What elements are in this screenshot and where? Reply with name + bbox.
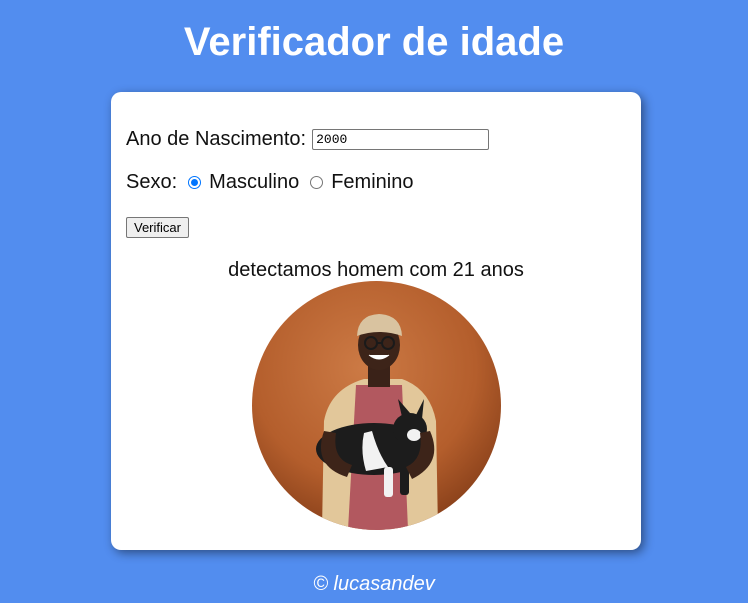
footer-credit: © lucasandev — [313, 573, 435, 595]
radio-masculino[interactable] — [188, 175, 202, 189]
form-card: Ano de Nascimento: Sexo: Masculino Femin… — [111, 92, 641, 550]
radio-feminino[interactable] — [310, 175, 324, 189]
man-with-dog-image — [252, 281, 501, 530]
birth-year-label: Ano de Nascimento: — [126, 127, 307, 150]
verify-button[interactable]: Verificar — [126, 217, 189, 238]
birth-year-row: Ano de Nascimento: — [126, 127, 490, 151]
result-text: detectamos homem com 21 anos — [228, 259, 524, 281]
result-photo — [252, 281, 501, 530]
radio-masculino-label[interactable]: Masculino — [209, 171, 299, 194]
birth-year-input[interactable] — [312, 128, 490, 150]
radio-feminino-label[interactable]: Feminino — [331, 171, 413, 194]
page-title: Verificador de idade — [183, 20, 565, 64]
sex-label: Sexo: — [126, 170, 178, 193]
sex-row: Sexo: Masculino Feminino — [126, 170, 413, 194]
